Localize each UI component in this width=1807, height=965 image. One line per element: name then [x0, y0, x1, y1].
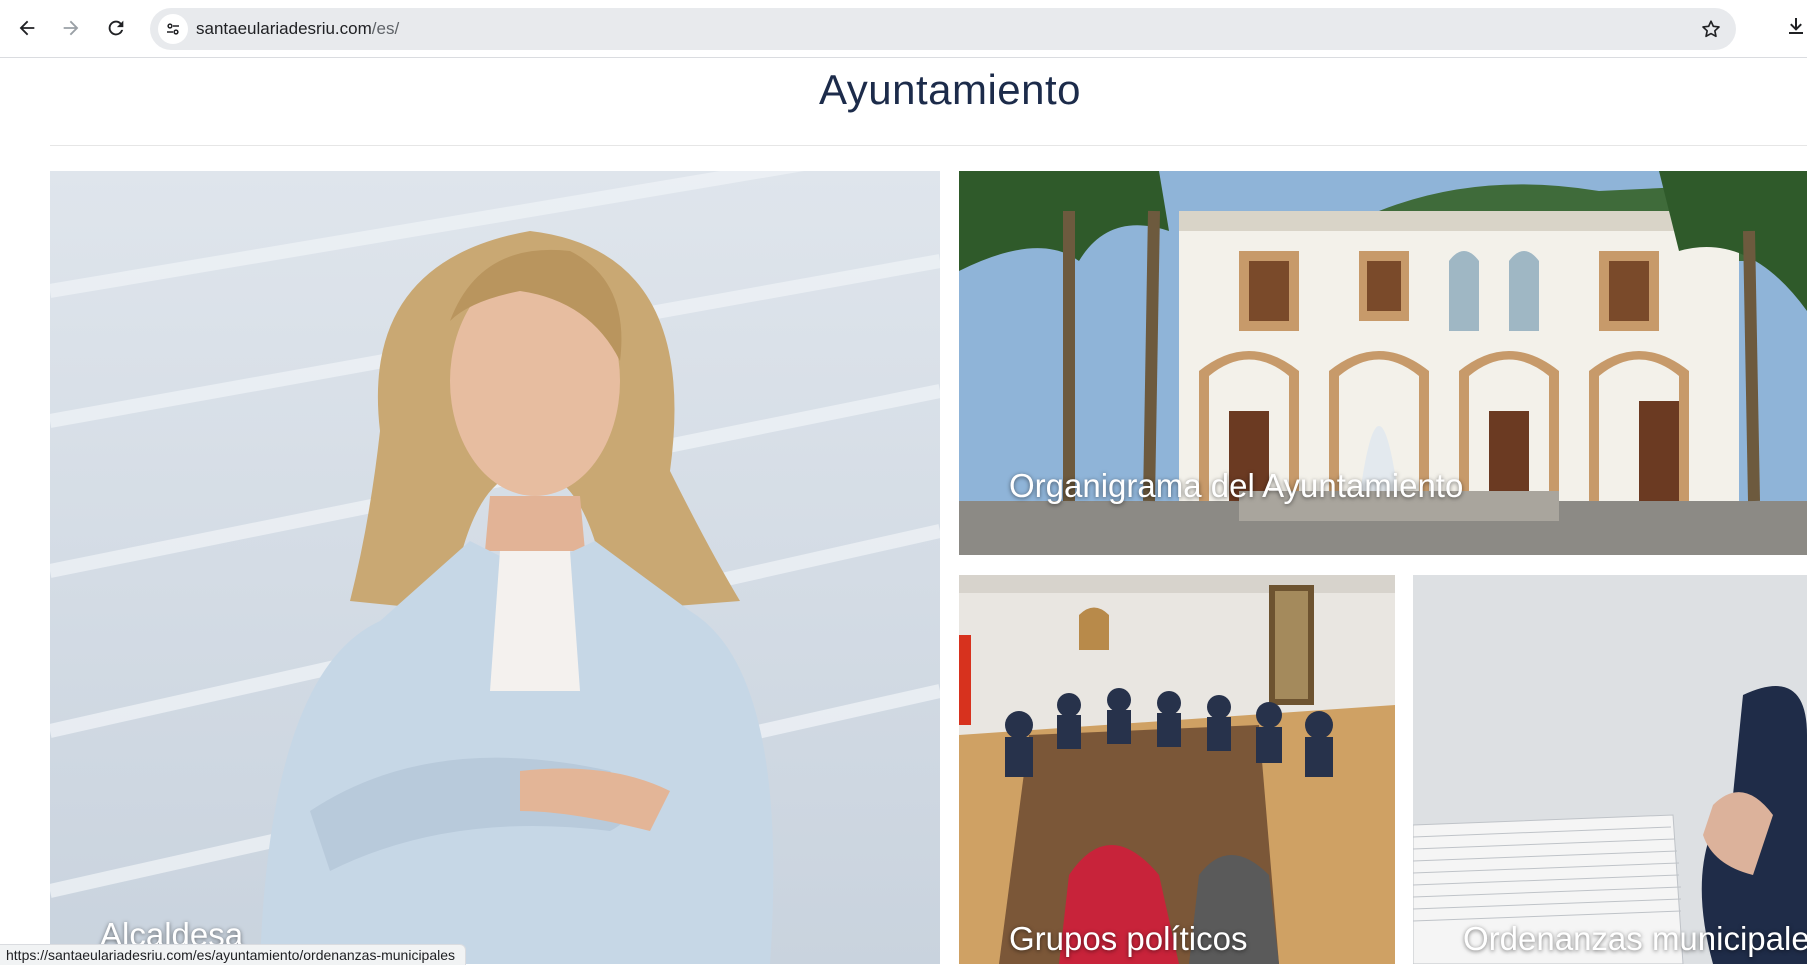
tile-grupos-label: Grupos políticos — [1009, 920, 1248, 957]
tile-alcaldesa[interactable]: Alcaldesa — [50, 171, 940, 964]
alcaldesa-photo — [50, 171, 940, 964]
tile-ordenanzas-label: Ordenanzas municipales — [1463, 920, 1807, 957]
tile-ordenanzas[interactable]: Ordenanzas municipales — [1413, 575, 1807, 964]
arrow-right-icon — [63, 20, 79, 36]
arrow-left-icon — [19, 20, 35, 36]
tune-icon — [167, 23, 179, 35]
bookmark-button[interactable] — [1696, 14, 1726, 44]
address-bar[interactable]: santaeulariadesriu.com/es/ — [150, 8, 1736, 50]
tile-grupos[interactable]: Grupos políticos — [959, 575, 1395, 964]
url-host: santaeulariadesriu.com — [196, 19, 372, 38]
reload-icon — [108, 20, 124, 36]
back-button[interactable] — [10, 11, 44, 45]
download-icon — [1789, 18, 1803, 34]
star-icon — [1702, 20, 1720, 38]
page-title: Ayuntamiento — [818, 66, 1082, 113]
forward-button[interactable] — [54, 11, 88, 45]
url-text[interactable]: santaeulariadesriu.com/es/ — [196, 8, 399, 50]
reload-button[interactable] — [99, 11, 133, 45]
tile-organigrama-label: Organigrama del Ayuntamiento — [1009, 467, 1464, 504]
download-button[interactable] — [1784, 14, 1807, 44]
council-meeting-photo — [959, 575, 1395, 964]
title-divider — [50, 145, 1807, 146]
documents-photo — [1413, 575, 1807, 964]
browser-toolbar: santaeulariadesriu.com/es/ — [0, 0, 1807, 58]
tile-organigrama[interactable]: Organigrama del Ayuntamiento — [959, 171, 1807, 555]
link-status-bar: https://santaeulariadesriu.com/es/ayunta… — [0, 944, 467, 965]
site-info-button[interactable] — [158, 14, 188, 44]
url-path: /es/ — [371, 19, 400, 38]
